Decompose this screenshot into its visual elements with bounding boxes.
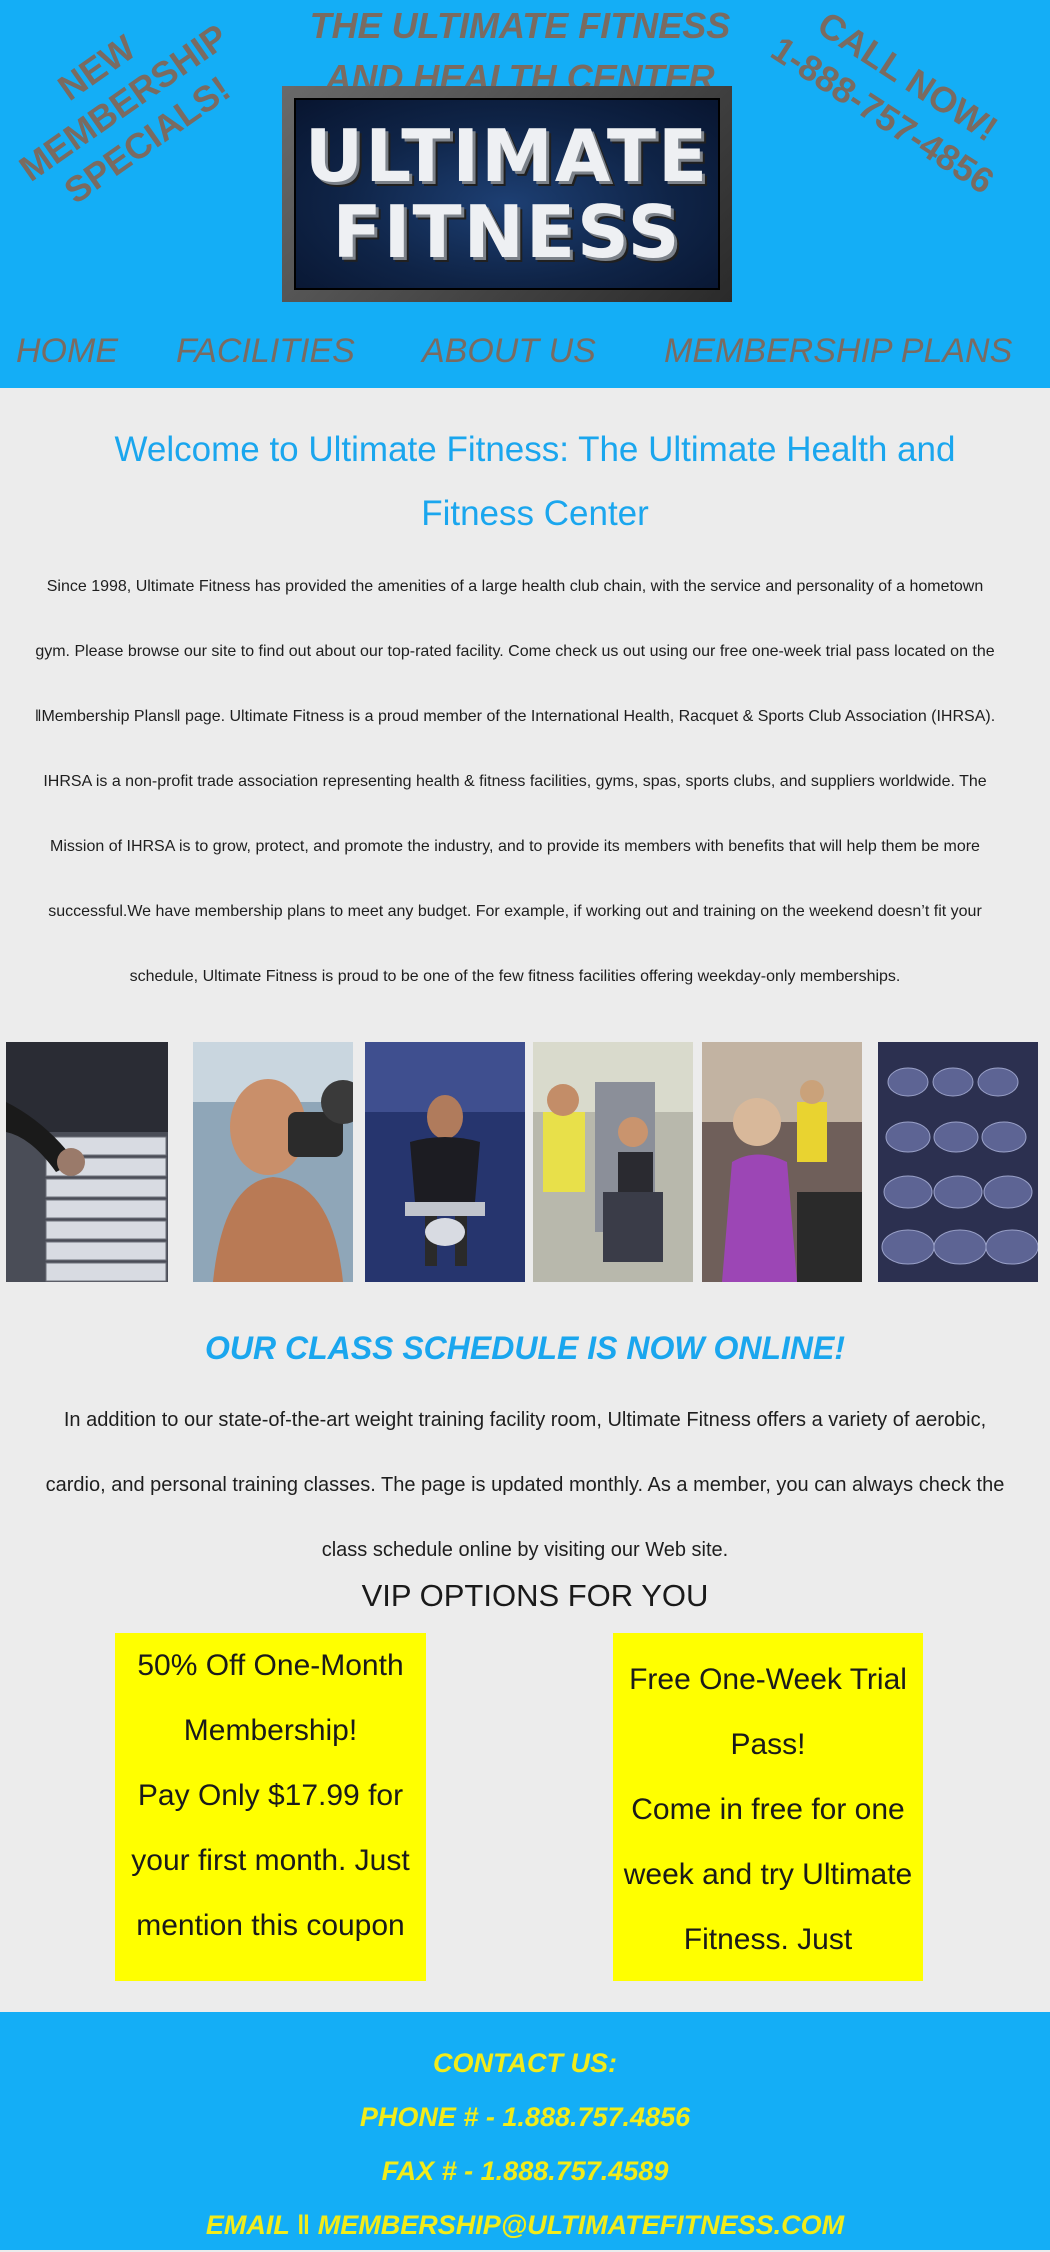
photo-gallery (0, 1042, 1050, 1282)
ultimate-fitness-logo[interactable]: ULTIMATE FITNESS (282, 86, 732, 302)
dumbbell-rack-photo (878, 1042, 1038, 1282)
coupon-half-off[interactable]: 50% Off One-Month Membership! Pay Only $… (115, 1633, 426, 1981)
welcome-heading: Welcome to Ultimate Fitness: The Ultimat… (114, 430, 956, 533)
nav-membership-plans[interactable]: MEMBERSHIP PLANS (664, 332, 1012, 371)
contact-email[interactable]: EMAIL ‖ MEMBERSHIP@ULTIMATEFITNESS.COM (0, 2198, 1050, 2252)
man-lifting-dumbbell-photo (193, 1042, 353, 1282)
vip-options-heading: VIP OPTIONS FOR YOU (361, 1578, 709, 1613)
membership-specials-promo[interactable]: NEW MEMBERSHIP SPECIALS! (0, 0, 258, 227)
main-nav: HOME FACILITIES ABOUT US MEMBERSHIP PLAN… (0, 322, 1050, 382)
contact-phone[interactable]: PHONE # - 1.888.757.4856 (0, 2090, 1050, 2144)
nav-about-us[interactable]: ABOUT US (422, 332, 596, 371)
site-header: NEW MEMBERSHIP SPECIALS! THE ULTIMATE FI… (0, 0, 1050, 388)
contact-label: CONTACT US: (433, 2048, 617, 2078)
weight-stack-photo (6, 1042, 168, 1282)
logo-line-2: FITNESS (332, 190, 682, 274)
welcome-body: Since 1998, Ultimate Fitness has provide… (34, 578, 996, 985)
coupon-free-trial[interactable]: Free One-Week Trial Pass! Come in free f… (613, 1633, 923, 1981)
couple-machine-photo (533, 1042, 693, 1282)
logo-line-1: ULTIMATE (304, 114, 710, 198)
coupon-half-off-text: 50% Off One-Month Membership! Pay Only $… (131, 1649, 410, 1942)
call-now-promo[interactable]: CALL NOW! 1-888-757-4856 (757, 0, 1034, 208)
site-title-line-1: THE ULTIMATE FITNESS (309, 5, 731, 46)
class-schedule-heading: OUR CLASS SCHEDULE IS NOW ONLINE! (204, 1330, 845, 1366)
coupon-free-trial-text: Free One-Week Trial Pass! Come in free f… (623, 1663, 913, 1956)
class-schedule-body: In addition to our state-of-the-art weig… (45, 1409, 1005, 1561)
logo-plate: ULTIMATE FITNESS (294, 98, 720, 290)
contact-fax: FAX # - 1.888.757.4589 (381, 2156, 669, 2186)
nav-facilities[interactable]: FACILITIES (176, 332, 355, 371)
site-footer: CONTACT US: PHONE # - 1.888.757.4856 FAX… (0, 2012, 1050, 2250)
woman-cardio-photo (702, 1042, 862, 1282)
man-seated-curl-photo (365, 1042, 525, 1282)
nav-home[interactable]: HOME (16, 332, 118, 371)
